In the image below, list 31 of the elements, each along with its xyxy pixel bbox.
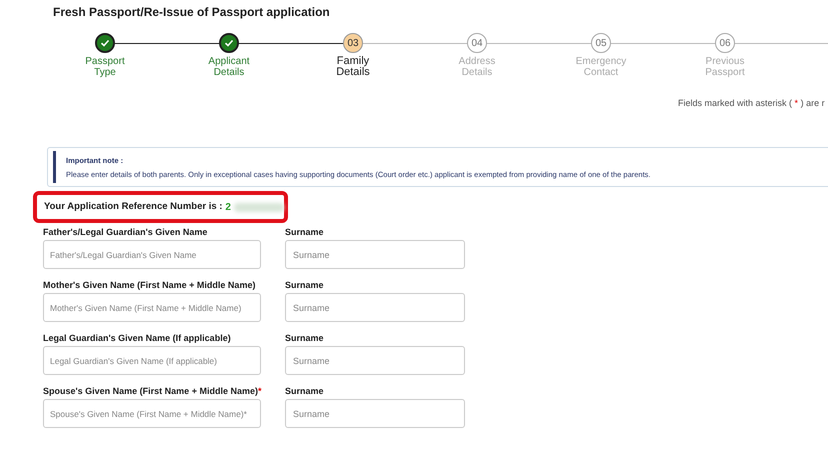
step-label: Applicant Details bbox=[208, 56, 250, 78]
step-label: Family Details bbox=[336, 56, 370, 78]
step-label: Address Details bbox=[458, 56, 496, 78]
surname-field[interactable]: Surname bbox=[285, 399, 465, 428]
field-label: Surname bbox=[285, 385, 325, 398]
page-title: Fresh Passport/Re-Issue of Passport application bbox=[53, 4, 330, 21]
field-label: Father's/Legal Guardian's Given Name bbox=[43, 226, 208, 239]
surname-field[interactable]: Surname bbox=[285, 346, 465, 375]
step-number: 04 bbox=[467, 33, 487, 53]
step-label: Passport Type bbox=[85, 56, 125, 78]
field-label: Surname bbox=[285, 226, 325, 239]
field-label: Legal Guardian's Given Name (If applicable) bbox=[43, 332, 232, 345]
given-name-field[interactable]: Father's/Legal Guardian's Given Name bbox=[43, 240, 261, 269]
step-number: 06 bbox=[715, 33, 735, 53]
field-label: Spouse's Given Name (First Name + Middle Name)* bbox=[43, 385, 261, 398]
step-label: Emergency Contact bbox=[576, 56, 626, 78]
step-number: 05 bbox=[591, 33, 611, 53]
step-label: Previous Passport bbox=[705, 56, 745, 78]
field-label: Mother's Given Name (First Name + Middle Name) bbox=[43, 279, 256, 292]
given-name-field[interactable]: Mother's Given Name (First Name + Middle Name) bbox=[43, 293, 261, 322]
given-name-field[interactable]: Legal Guardian's Given Name (If applicable) bbox=[43, 346, 261, 375]
surname-field[interactable]: Surname bbox=[285, 240, 465, 269]
given-name-field[interactable]: Spouse's Given Name (First Name + Middle Name)* bbox=[43, 399, 261, 428]
field-label: Surname bbox=[285, 332, 325, 345]
surname-field[interactable]: Surname bbox=[285, 293, 465, 322]
required-fields-hint: Fields marked with asterisk ( * ) are r bbox=[678, 97, 825, 110]
step-number: 03 bbox=[343, 33, 363, 53]
reference-label: Your Application Reference Number is : bbox=[44, 200, 222, 214]
field-label: Surname bbox=[285, 279, 325, 292]
reference-number: 2 bbox=[225, 200, 231, 214]
blurred-region bbox=[234, 202, 284, 212]
